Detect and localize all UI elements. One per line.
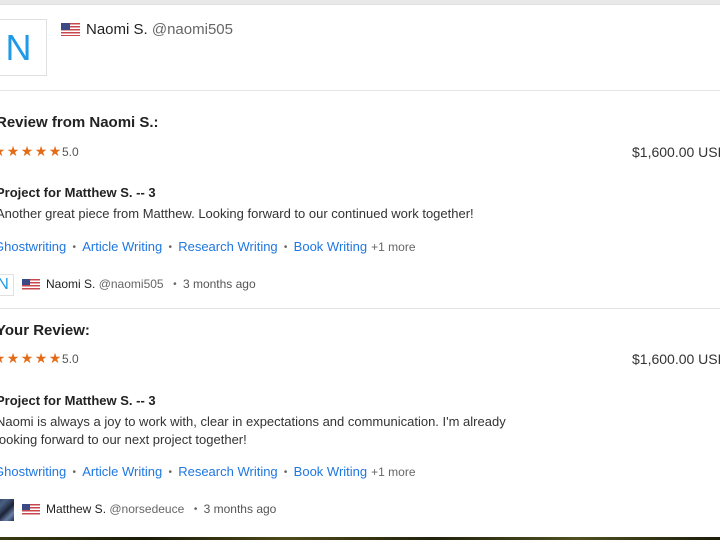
tag-article-writing[interactable]: Article Writing <box>82 464 162 479</box>
separator-dot: • <box>168 467 172 478</box>
review-byline: Matthew S. @norsedeuce • 3 months ago <box>0 499 276 521</box>
divider <box>0 308 720 309</box>
separator-dot: • <box>168 242 172 253</box>
author-avatar[interactable] <box>0 499 14 521</box>
review-comment: Naomi is always a joy to work with, clea… <box>0 414 506 447</box>
more-tags-link[interactable]: +1 more <box>371 465 415 479</box>
separator-dot: • <box>283 242 288 253</box>
star-rating: ★★★★★ <box>0 143 62 160</box>
author-handle: @norsedeuce <box>109 502 185 517</box>
tag-article-writing[interactable]: Article Writing <box>82 239 162 254</box>
profile-avatar[interactable]: N <box>0 19 47 76</box>
tag-research-writing[interactable]: Research Writing <box>178 464 277 479</box>
profile-name-line: Naomi S. @naomi505 <box>86 21 233 38</box>
rating-value: 5.0 <box>62 145 79 159</box>
review-time: 3 months ago <box>182 277 256 292</box>
star-icon: ★ <box>48 350 62 366</box>
separator-dot: • <box>283 467 288 478</box>
review-heading: Your Review: <box>0 322 90 339</box>
tag-ghostwriting[interactable]: Ghostwriting <box>0 464 66 479</box>
author-name[interactable]: Naomi S. <box>46 277 95 291</box>
star-icon: ★ <box>34 143 48 159</box>
tag-research-writing[interactable]: Research Writing <box>178 239 277 254</box>
star-icon: ★ <box>34 350 48 366</box>
review-heading: Review from Naomi S.: <box>0 114 159 131</box>
skill-tags: Ghostwriting • Article Writing • Research Wr… <box>0 464 416 479</box>
author-name[interactable]: Matthew S. <box>46 502 106 516</box>
us-flag-icon <box>22 504 40 516</box>
us-flag-icon <box>22 279 40 291</box>
review-time: 3 months ago <box>203 502 277 517</box>
tag-book-writing[interactable]: Book Writing <box>294 464 367 479</box>
profile-header: N Naomi S. @naomi505 <box>0 5 720 91</box>
star-rating: ★★★★★ <box>0 350 62 367</box>
star-icon: ★ <box>20 350 34 366</box>
us-flag-icon <box>61 23 80 36</box>
star-icon: ★ <box>48 143 62 159</box>
tag-ghostwriting[interactable]: Ghostwriting <box>0 239 66 254</box>
review-price: $1,600.00 USD <box>632 144 720 160</box>
author-avatar[interactable]: N <box>0 274 14 296</box>
project-title[interactable]: Project for Matthew S. -- 3 <box>0 185 156 200</box>
skill-tags: Ghostwriting • Article Writing • Research Wr… <box>0 239 416 254</box>
separator-dot: • <box>193 504 198 516</box>
star-icon: ★ <box>20 143 34 159</box>
project-title[interactable]: Project for Matthew S. -- 3 <box>0 393 156 408</box>
profile-handle: @naomi505 <box>151 21 233 38</box>
review-byline: N Naomi S. @naomi505 • 3 months ago <box>0 274 256 296</box>
author-handle: @naomi505 <box>98 277 164 292</box>
star-icon: ★ <box>6 143 20 159</box>
review-price: $1,600.00 USD <box>632 351 720 367</box>
tag-book-writing[interactable]: Book Writing <box>294 239 367 254</box>
separator-dot: • <box>72 467 76 478</box>
separator-dot: • <box>173 279 177 291</box>
separator-dot: • <box>72 242 76 253</box>
rating-value: 5.0 <box>62 352 79 366</box>
more-tags-link[interactable]: +1 more <box>371 240 415 254</box>
review-comment: Another great piece from Matthew. Lookin… <box>0 206 474 221</box>
star-icon: ★ <box>6 350 20 366</box>
profile-name[interactable]: Naomi S. <box>86 21 148 38</box>
